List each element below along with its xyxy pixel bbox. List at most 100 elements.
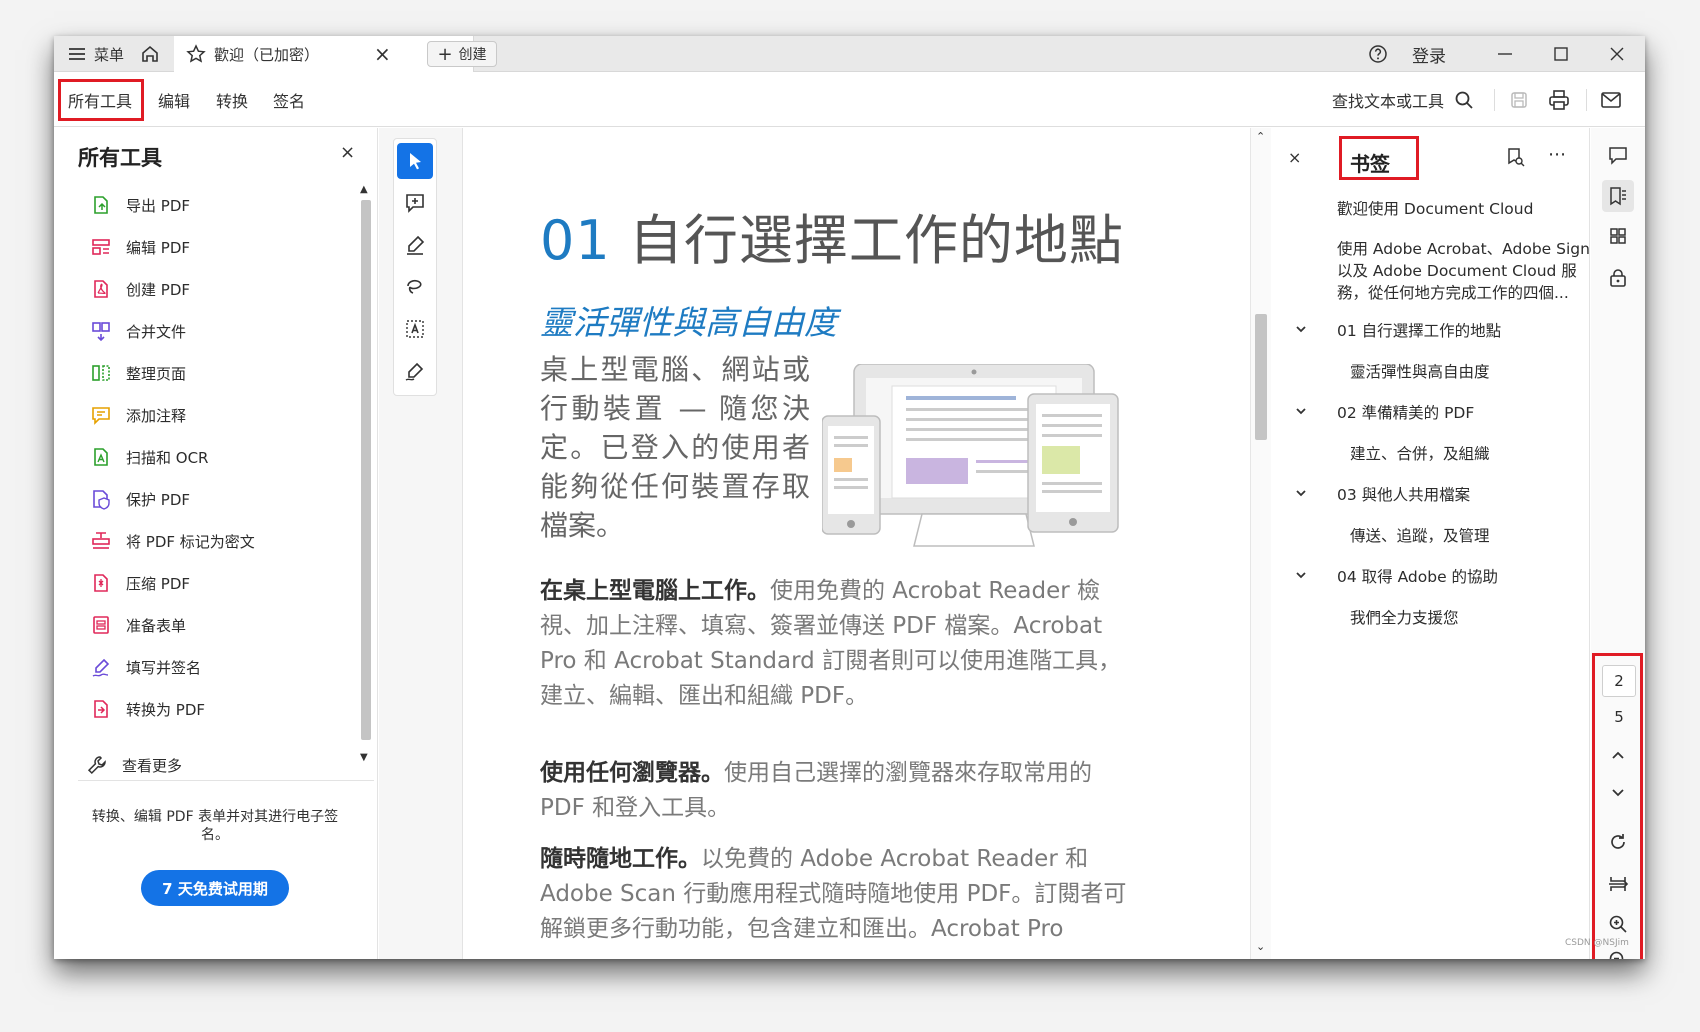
rail-bookmarks-button[interactable] xyxy=(1602,180,1634,212)
highlight-tool-button[interactable] xyxy=(397,227,433,263)
tool-item[interactable]: 编辑 PDF xyxy=(90,232,190,262)
tab-convert-label: 转换 xyxy=(216,92,249,111)
tab-convert[interactable]: 转换 xyxy=(216,73,248,127)
select-tool-button[interactable] xyxy=(397,143,433,179)
more-options-icon: ⋯ xyxy=(1548,144,1567,165)
bookmark-item[interactable]: 04 取得 Adobe 的協助 xyxy=(1337,566,1498,588)
rail-thumbnails-button[interactable] xyxy=(1602,220,1634,252)
tool-item[interactable]: 合并文件 xyxy=(90,316,186,346)
promo-text: 转换、编辑 PDF 表单并对其进行电子签名。 xyxy=(91,809,339,843)
doc-paragraph-browser: 使用任何瀏覽器。使用自己選擇的瀏覽器來存取常用的 PDF 和登入工具。 xyxy=(540,756,1140,826)
scroll-up-icon[interactable]: ▲ xyxy=(360,184,368,195)
compress-pdf-icon xyxy=(94,574,108,592)
see-more-button[interactable]: 查看更多 xyxy=(86,750,182,780)
prepare-form-icon xyxy=(93,616,109,634)
tab-sign[interactable]: 签名 xyxy=(273,73,305,127)
document-scroll-thumb[interactable] xyxy=(1255,314,1267,440)
panel-close-button[interactable]: × xyxy=(340,142,355,163)
bookmark-item[interactable]: 02 準備精美的 PDF xyxy=(1337,402,1474,424)
doc-scroll-up-icon[interactable]: ⌃ xyxy=(1256,130,1265,143)
panel-title: 所有工具 xyxy=(78,146,162,170)
merge-files-icon xyxy=(92,322,110,342)
tool-item[interactable]: 转换为 PDF xyxy=(90,694,205,724)
para-heading-browser: 使用任何瀏覽器。 xyxy=(540,760,724,786)
chevron-down-icon[interactable] xyxy=(1294,568,1308,586)
print-button[interactable] xyxy=(1548,73,1570,127)
bookmarks-close-button[interactable]: × xyxy=(1288,148,1301,167)
bookmark-item[interactable]: 我們全力支援您 xyxy=(1350,607,1459,629)
devices-illustration xyxy=(822,364,1119,547)
tool-item[interactable]: 准备表单 xyxy=(90,610,186,640)
panel-scroll-thumb[interactable] xyxy=(361,200,371,740)
doc-paragraph-mobile: 隨時隨地工作。以免費的 Adobe Acrobat Reader 和 Adobe… xyxy=(540,842,1140,947)
tool-item[interactable]: 将 PDF 标记为密文 xyxy=(90,526,255,556)
chevron-down-icon[interactable] xyxy=(1294,404,1308,422)
bookmark-item[interactable]: 靈活彈性與高自由度 xyxy=(1350,361,1490,383)
toolbar-divider xyxy=(1494,89,1495,111)
doc-heading-number: 01 xyxy=(540,209,611,272)
bookmark-add-button[interactable] xyxy=(1504,146,1526,172)
tool-item[interactable]: 导出 PDF xyxy=(90,190,190,220)
window-close-icon xyxy=(1610,47,1624,61)
doc-scroll-down-icon[interactable]: ⌄ xyxy=(1256,940,1265,953)
tool-item-label: 扫描和 OCR xyxy=(126,448,209,467)
tool-item[interactable]: 添加注释 xyxy=(90,400,186,430)
fill-sign-icon xyxy=(92,658,110,677)
signature-pen-icon xyxy=(405,362,424,381)
panel-divider xyxy=(78,780,374,781)
tool-item-label: 添加注释 xyxy=(126,406,187,425)
chevron-down-icon[interactable] xyxy=(1294,486,1308,504)
menu-button[interactable]: 菜单 xyxy=(68,36,124,72)
minimize-button[interactable] xyxy=(1496,36,1514,72)
bookmark-item[interactable]: 使用 Adobe Acrobat、Adobe Sign 以及 Adobe Doc… xyxy=(1337,238,1590,304)
see-more-label: 查看更多 xyxy=(122,756,183,775)
bookmarks-panel: × 书签 ⋯ 歡迎使用 Document Cloud 使用 Adobe Acrob… xyxy=(1272,128,1645,959)
maximize-button[interactable] xyxy=(1552,36,1570,72)
tool-item-label: 导出 PDF xyxy=(126,196,190,215)
login-label: 登录 xyxy=(1412,46,1446,67)
tool-item[interactable]: 压缩 PDF xyxy=(90,568,190,598)
find-tool-search[interactable]: 查找文本或工具 xyxy=(1332,73,1474,127)
login-button[interactable]: 登录 xyxy=(1412,36,1446,72)
comment-icon xyxy=(92,407,110,425)
tool-item[interactable]: 填写并签名 xyxy=(90,652,201,682)
tool-item[interactable]: 扫描和 OCR xyxy=(90,442,208,472)
bookmark-item[interactable]: 03 與他人共用檔案 xyxy=(1337,484,1470,506)
bookmark-item[interactable]: 建立、合併，及組織 xyxy=(1350,443,1490,465)
tool-item[interactable]: 整理页面 xyxy=(90,358,186,388)
quick-tools-box xyxy=(393,138,437,396)
document-scrollbar[interactable]: ⌃ ⌄ xyxy=(1250,128,1271,959)
tab-close-button[interactable]: × xyxy=(374,36,391,72)
bookmark-item[interactable]: 傳送、追蹤，及管理 xyxy=(1350,525,1490,547)
scan-ocr-icon xyxy=(94,448,108,466)
bookmark-item[interactable]: 01 自行選擇工作的地點 xyxy=(1337,320,1501,342)
draw-tool-button[interactable] xyxy=(397,269,433,305)
add-comment-button[interactable] xyxy=(397,185,433,221)
document-viewer[interactable]: 01 自行選擇工作的地點 靈活彈性與高自由度 桌上型電腦、網站或行動裝置 — 隨… xyxy=(464,128,1271,959)
rail-comments-button[interactable] xyxy=(1602,140,1634,172)
star-icon[interactable] xyxy=(186,44,206,64)
tool-item[interactable]: 保护 PDF xyxy=(90,484,190,514)
text-tool-button[interactable] xyxy=(397,311,433,347)
chevron-down-icon[interactable] xyxy=(1294,322,1308,340)
bookmark-item[interactable]: 歡迎使用 Document Cloud xyxy=(1337,198,1533,220)
save-button[interactable] xyxy=(1509,73,1529,127)
create-button[interactable]: + 创建 xyxy=(427,41,497,67)
home-button[interactable] xyxy=(140,36,160,72)
tab-edit[interactable]: 编辑 xyxy=(158,73,190,127)
thumbnails-grid-icon xyxy=(1610,228,1626,244)
window-close-button[interactable] xyxy=(1608,36,1626,72)
rail-security-button[interactable] xyxy=(1602,262,1634,294)
mail-button[interactable] xyxy=(1600,73,1622,127)
tab-title: 歡迎（已加密） xyxy=(214,45,320,64)
sign-tool-button[interactable] xyxy=(397,353,433,389)
help-button[interactable] xyxy=(1368,36,1388,72)
panel-scrollbar[interactable]: ▲ ▼ xyxy=(357,184,375,766)
redact-icon xyxy=(92,532,110,549)
quick-tools-strip xyxy=(379,128,463,959)
tool-item[interactable]: 创建 PDF xyxy=(90,274,190,304)
para-heading-desktop: 在桌上型電腦上工作。 xyxy=(540,578,770,604)
scroll-down-icon[interactable]: ▼ xyxy=(360,752,368,763)
bookmarks-more-button[interactable]: ⋯ xyxy=(1548,144,1567,165)
free-trial-button[interactable]: 7 天免费试用期 xyxy=(141,870,289,906)
